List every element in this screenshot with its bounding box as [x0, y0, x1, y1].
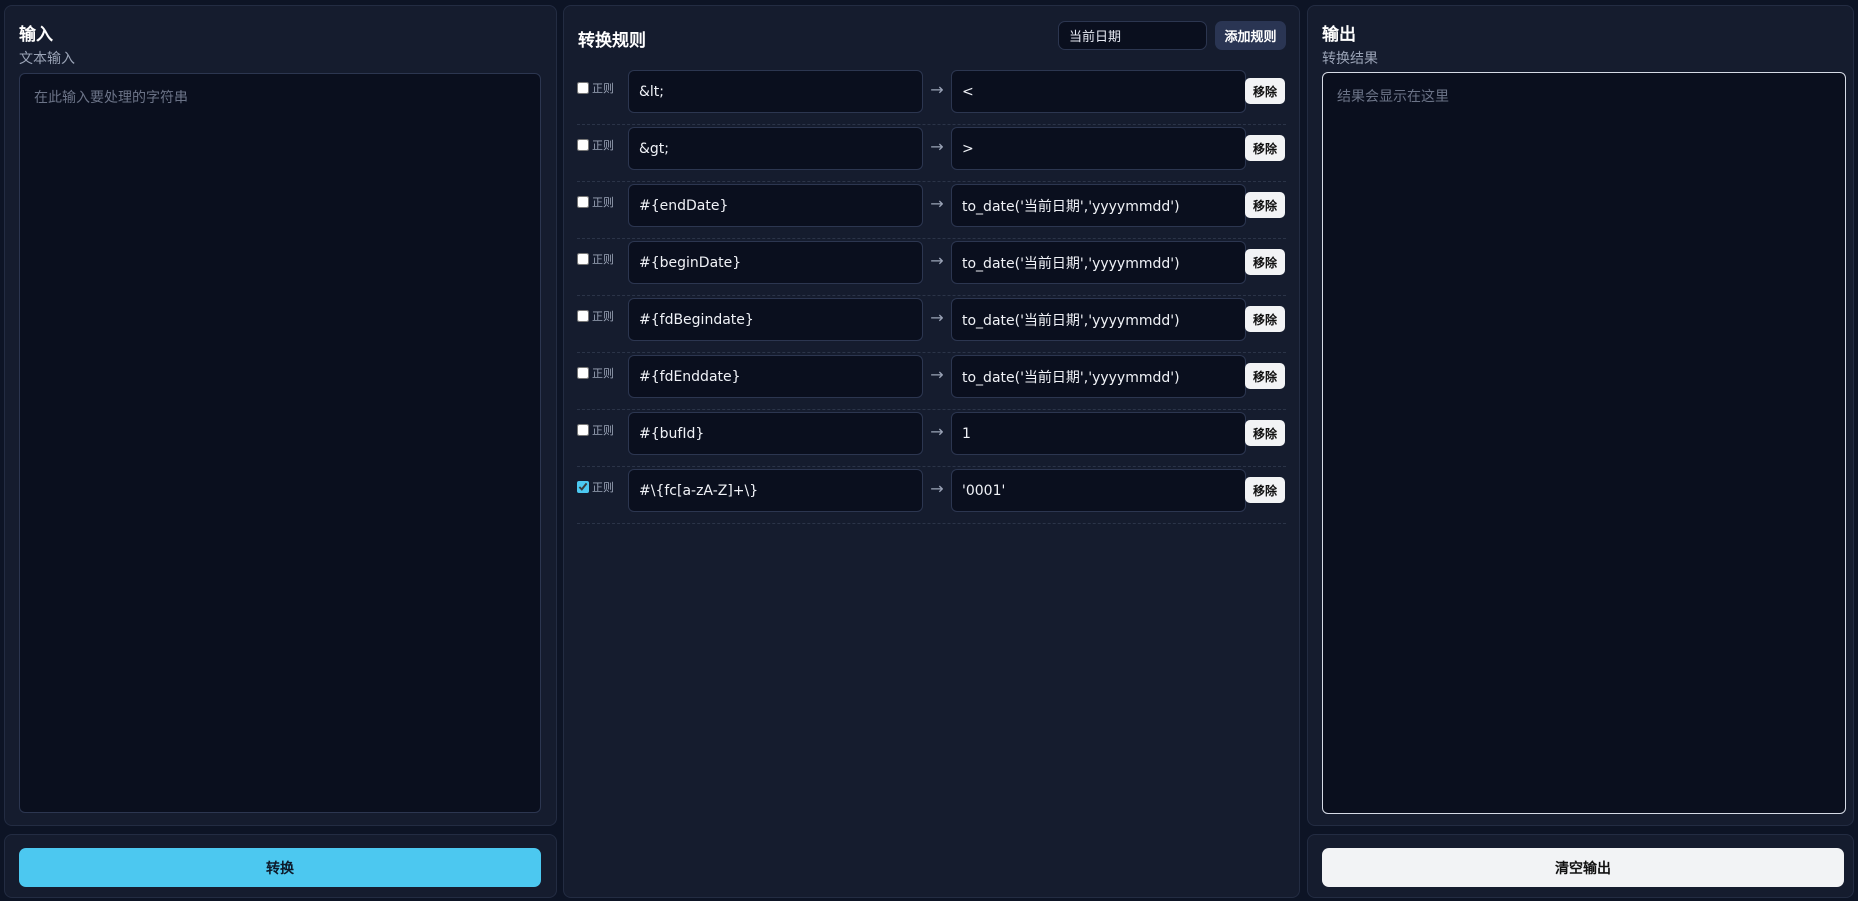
regex-toggle[interactable]: 正则: [577, 251, 614, 267]
rules-title: 转换规则: [578, 31, 646, 51]
rule-target-input[interactable]: [951, 70, 1246, 113]
rule-source-input[interactable]: [628, 184, 923, 227]
regex-label: 正则: [592, 253, 614, 266]
rule-target-input[interactable]: [951, 298, 1246, 341]
output-subtitle: 转换结果: [1322, 51, 1378, 67]
regex-label: 正则: [592, 424, 614, 437]
remove-rule-button[interactable]: 移除: [1245, 306, 1285, 332]
clear-output-button[interactable]: 清空输出: [1322, 848, 1844, 887]
regex-toggle[interactable]: 正则: [577, 422, 614, 438]
rule-target-input[interactable]: [951, 241, 1246, 284]
arrow-icon: →: [930, 137, 944, 156]
regex-label: 正则: [592, 367, 614, 380]
output-title: 输出: [1322, 25, 1356, 45]
rule-row: 正则 → 移除: [577, 125, 1286, 182]
regex-label: 正则: [592, 82, 614, 95]
convert-button[interactable]: 转换: [19, 848, 541, 887]
regex-toggle[interactable]: 正则: [577, 137, 614, 153]
input-subtitle: 文本输入: [19, 51, 75, 67]
arrow-icon: →: [930, 365, 944, 384]
regex-checkbox[interactable]: [577, 253, 589, 265]
rule-source-input[interactable]: [628, 355, 923, 398]
arrow-icon: →: [930, 308, 944, 327]
arrow-icon: →: [930, 194, 944, 213]
rule-row: 正则 → 移除: [577, 410, 1286, 467]
output-textarea[interactable]: [1322, 72, 1846, 814]
remove-rule-button[interactable]: 移除: [1245, 363, 1285, 389]
rule-source-input[interactable]: [628, 241, 923, 284]
regex-checkbox[interactable]: [577, 82, 589, 94]
rule-target-input[interactable]: [951, 412, 1246, 455]
regex-label: 正则: [592, 196, 614, 209]
add-rule-button[interactable]: 添加规则: [1215, 21, 1286, 50]
remove-rule-button[interactable]: 移除: [1245, 135, 1285, 161]
regex-label: 正则: [592, 139, 614, 152]
rule-source-input[interactable]: [628, 412, 923, 455]
regex-toggle[interactable]: 正则: [577, 308, 614, 324]
regex-checkbox[interactable]: [577, 139, 589, 151]
regex-toggle[interactable]: 正则: [577, 479, 614, 495]
remove-rule-button[interactable]: 移除: [1245, 192, 1285, 218]
regex-toggle[interactable]: 正则: [577, 80, 614, 96]
rule-row: 正则 → 移除: [577, 68, 1286, 125]
regex-checkbox[interactable]: [577, 481, 589, 493]
remove-rule-button[interactable]: 移除: [1245, 78, 1285, 104]
rule-row: 正则 → 移除: [577, 182, 1286, 239]
input-textarea[interactable]: [19, 73, 541, 813]
arrow-icon: →: [930, 251, 944, 270]
rule-row: 正则 → 移除: [577, 296, 1286, 353]
rule-source-input[interactable]: [628, 127, 923, 170]
date-input[interactable]: [1058, 21, 1207, 50]
rule-source-input[interactable]: [628, 298, 923, 341]
regex-checkbox[interactable]: [577, 367, 589, 379]
rule-target-input[interactable]: [951, 469, 1246, 512]
rule-source-input[interactable]: [628, 70, 923, 113]
rule-target-input[interactable]: [951, 184, 1246, 227]
regex-checkbox[interactable]: [577, 424, 589, 436]
rule-source-input[interactable]: [628, 469, 923, 512]
regex-toggle[interactable]: 正则: [577, 194, 614, 210]
regex-label: 正则: [592, 481, 614, 494]
remove-rule-button[interactable]: 移除: [1245, 420, 1285, 446]
rule-row: 正则 → 移除: [577, 467, 1286, 524]
remove-rule-button[interactable]: 移除: [1245, 477, 1285, 503]
arrow-icon: →: [930, 479, 944, 498]
remove-rule-button[interactable]: 移除: [1245, 249, 1285, 275]
rule-row: 正则 → 移除: [577, 239, 1286, 296]
regex-checkbox[interactable]: [577, 196, 589, 208]
regex-toggle[interactable]: 正则: [577, 365, 614, 381]
regex-label: 正则: [592, 310, 614, 323]
rule-row: 正则 → 移除: [577, 353, 1286, 410]
rule-target-input[interactable]: [951, 127, 1246, 170]
rule-target-input[interactable]: [951, 355, 1246, 398]
arrow-icon: →: [930, 80, 944, 99]
regex-checkbox[interactable]: [577, 310, 589, 322]
input-title: 输入: [19, 25, 53, 45]
arrow-icon: →: [930, 422, 944, 441]
